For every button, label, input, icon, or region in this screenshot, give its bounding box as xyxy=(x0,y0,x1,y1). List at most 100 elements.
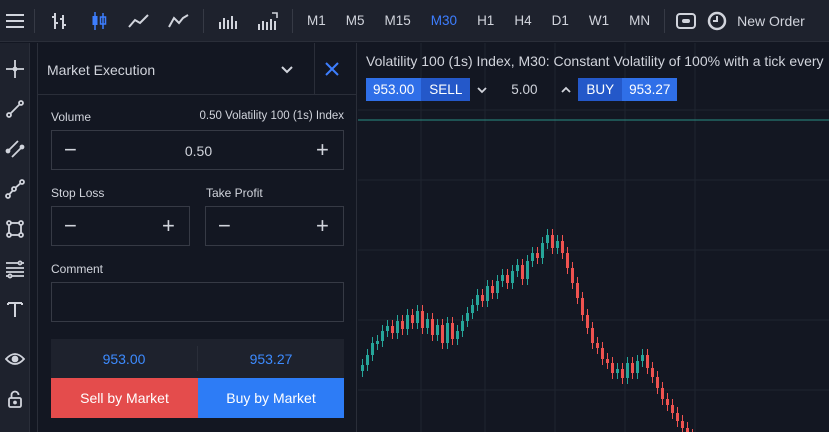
candle-body xyxy=(571,268,574,283)
buy-price-button[interactable]: 953.27 xyxy=(622,78,678,101)
candle-body xyxy=(581,298,584,315)
volume-decrease-icon[interactable] xyxy=(470,78,494,101)
sell-by-market-button[interactable]: Sell by Market xyxy=(51,378,198,418)
candle-body xyxy=(566,253,569,268)
candle-body xyxy=(516,265,519,271)
ask-price: 953.27 xyxy=(249,350,293,367)
candlestick-icon[interactable] xyxy=(79,0,119,42)
candle-body xyxy=(661,388,664,399)
candle-body xyxy=(486,286,489,301)
stop-loss-decrease-button[interactable]: − xyxy=(64,215,77,237)
take-profit-stepper[interactable]: − + xyxy=(205,206,344,246)
candle-body xyxy=(621,369,624,378)
header-divider xyxy=(314,43,315,95)
timeframe-h1[interactable]: H1 xyxy=(467,0,504,42)
candle-body xyxy=(416,311,419,323)
toolbar-divider xyxy=(203,8,204,33)
menu-icon[interactable] xyxy=(0,0,30,42)
candle-body xyxy=(521,265,524,279)
candle-body xyxy=(361,365,364,371)
candle-body xyxy=(651,368,654,377)
comment-input[interactable] xyxy=(51,282,344,322)
top-toolbar: M1 M5 M15 M30 H1 H4 D1 W1 MN New Order xyxy=(0,0,829,42)
timeframe-h4[interactable]: H4 xyxy=(504,0,541,42)
candle-body xyxy=(531,253,534,261)
stop-loss-stepper[interactable]: − + xyxy=(51,206,190,246)
toolbar-divider xyxy=(664,8,666,33)
buy-button[interactable]: BUY xyxy=(578,78,623,101)
candle-body xyxy=(366,355,369,365)
candle-body xyxy=(491,286,494,293)
quick-volume-input[interactable]: 5.00 xyxy=(494,78,554,101)
indicators-icon[interactable] xyxy=(248,0,288,42)
candle-body xyxy=(641,355,644,361)
candle-body xyxy=(601,348,604,359)
candle-body xyxy=(461,321,464,331)
drawing-tools-sidebar xyxy=(0,43,30,432)
candle-body xyxy=(611,363,614,373)
order-panel: Market Execution Volume 0.50 Volatility … xyxy=(38,43,357,432)
buy-by-market-button[interactable]: Buy by Market xyxy=(198,378,344,418)
bar-chart-icon[interactable] xyxy=(39,0,79,42)
chart-title: Volatility 100 (1s) Index, M30: Constant… xyxy=(366,53,824,69)
new-order-button[interactable]: New Order xyxy=(731,13,805,29)
fibonacci-icon[interactable] xyxy=(3,257,27,281)
text-icon[interactable] xyxy=(3,297,27,321)
candle-body xyxy=(671,405,674,413)
stop-loss-increase-button[interactable]: + xyxy=(162,215,175,237)
area-chart-icon[interactable] xyxy=(159,0,199,42)
line-chart-icon[interactable] xyxy=(119,0,159,42)
sell-price-button[interactable]: 953.00 xyxy=(366,78,422,101)
candle-body xyxy=(551,235,554,248)
panel-divider xyxy=(30,43,38,432)
take-profit-increase-button[interactable]: + xyxy=(316,215,329,237)
candle-body xyxy=(541,243,544,258)
clock-icon[interactable] xyxy=(703,0,731,42)
visibility-icon[interactable] xyxy=(3,347,27,371)
volume-decrease-button[interactable]: − xyxy=(64,139,77,161)
candle-body xyxy=(446,323,449,343)
candle-body xyxy=(496,281,499,293)
timeframe-m15[interactable]: M15 xyxy=(375,0,421,42)
close-icon[interactable] xyxy=(324,61,340,80)
candle-body xyxy=(596,343,599,348)
stop-loss-label: Stop Loss xyxy=(51,186,105,200)
path-icon[interactable] xyxy=(3,177,27,201)
volume-increase-icon[interactable] xyxy=(554,78,578,101)
chart-canvas[interactable] xyxy=(358,43,829,432)
candle-body xyxy=(681,421,684,428)
chevron-down-icon[interactable] xyxy=(279,61,295,80)
timeframe-w1[interactable]: W1 xyxy=(579,0,619,42)
take-profit-label: Take Profit xyxy=(206,186,263,200)
candle-body xyxy=(456,331,459,339)
candle-body xyxy=(501,275,504,281)
candle-body xyxy=(666,399,669,405)
candle-body xyxy=(631,363,634,373)
sell-button[interactable]: SELL xyxy=(421,78,471,101)
order-type-title[interactable]: Market Execution xyxy=(47,62,155,78)
crosshair-icon[interactable] xyxy=(3,57,27,81)
parallel-channel-icon[interactable] xyxy=(3,137,27,161)
candle-body xyxy=(401,321,404,329)
timeframe-d1[interactable]: D1 xyxy=(542,0,579,42)
trend-line-icon[interactable] xyxy=(3,97,27,121)
candle-body xyxy=(426,319,429,328)
timeframe-m1[interactable]: M1 xyxy=(297,0,336,42)
timeframe-m30[interactable]: M30 xyxy=(421,0,467,42)
take-profit-decrease-button[interactable]: − xyxy=(218,215,231,237)
candle-body xyxy=(591,328,594,343)
one-click-trading-icon[interactable] xyxy=(669,0,703,42)
timeframe-m5[interactable]: M5 xyxy=(336,0,375,42)
candle-body xyxy=(481,295,484,301)
volume-stepper[interactable]: − 0.50 + xyxy=(51,130,344,170)
timeframe-mn[interactable]: MN xyxy=(619,0,660,42)
lock-icon[interactable] xyxy=(3,387,27,411)
price-chart[interactable]: Volatility 100 (1s) Index, M30: Constant… xyxy=(358,43,829,432)
volume-bars-icon[interactable] xyxy=(208,0,248,42)
order-panel-header: Market Execution xyxy=(38,43,356,95)
candle-body xyxy=(421,311,424,328)
shape-icon[interactable] xyxy=(3,217,27,241)
volume-input[interactable]: 0.50 xyxy=(152,143,245,159)
candle-body xyxy=(376,341,379,344)
volume-increase-button[interactable]: + xyxy=(316,139,329,161)
